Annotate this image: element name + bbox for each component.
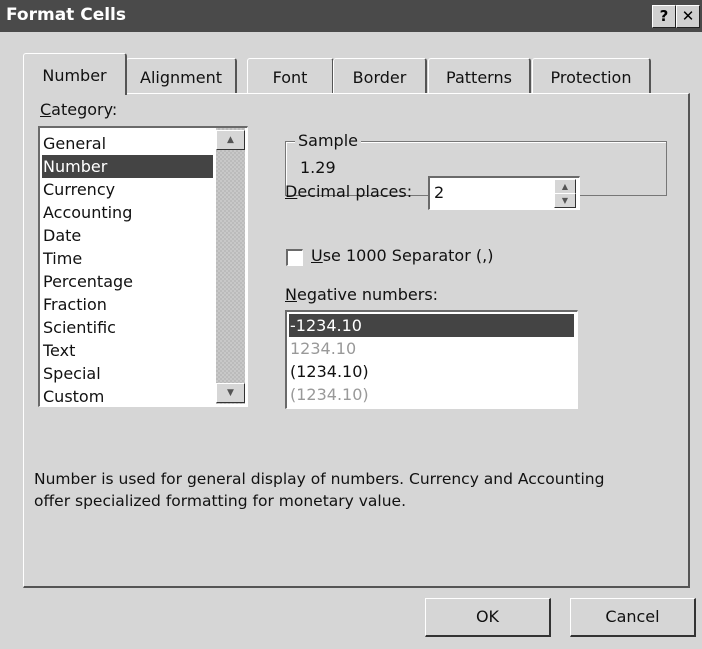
list-item[interactable]: Date	[42, 224, 213, 247]
list-item[interactable]: Custom	[42, 385, 213, 408]
list-item[interactable]: (1234.10)	[289, 360, 574, 383]
negative-numbers-list[interactable]: -1234.10 1234.10 (1234.10) (1234.10)	[285, 310, 578, 409]
tab-alignment[interactable]: Alignment	[126, 58, 237, 93]
list-item[interactable]: Fraction	[42, 293, 213, 316]
cancel-button[interactable]: Cancel	[570, 598, 696, 637]
decimal-places-label: Decimal places:	[285, 182, 413, 201]
separator-checkbox[interactable]	[286, 249, 303, 266]
description-text: Number is used for general display of nu…	[34, 470, 605, 510]
list-item[interactable]: Time	[42, 247, 213, 270]
separator-label[interactable]: Use 1000 Separator (,)	[311, 246, 493, 265]
list-item[interactable]: (1234.10)	[289, 383, 574, 406]
title-bar: Format Cells ? ✕	[0, 0, 702, 32]
list-item[interactable]: General	[42, 132, 213, 155]
list-item[interactable]: Text	[42, 339, 213, 362]
list-item[interactable]: Scientific	[42, 316, 213, 339]
category-list[interactable]: General Number Currency Accounting Date …	[38, 126, 248, 407]
list-item[interactable]: 1234.10	[289, 337, 574, 360]
list-item-selected[interactable]: -1234.10	[289, 314, 574, 337]
tab-patterns[interactable]: Patterns	[428, 58, 531, 93]
list-item[interactable]: Percentage	[42, 270, 213, 293]
list-item[interactable]: Special	[42, 362, 213, 385]
negative-numbers-label: Negative numbers:	[285, 285, 439, 304]
decrement-icon[interactable]: ▼	[554, 193, 576, 208]
decimal-places-value[interactable]: 2	[434, 183, 444, 202]
tab-protection[interactable]: Protection	[532, 58, 651, 93]
decimal-places-stepper[interactable]: 2 ▲ ▼	[428, 176, 580, 210]
close-icon[interactable]: ✕	[676, 5, 700, 28]
list-item-selected[interactable]: Number	[42, 155, 213, 178]
scroll-up-icon[interactable]: ▲	[216, 130, 245, 150]
list-item[interactable]: Currency	[42, 178, 213, 201]
ok-button[interactable]: OK	[425, 598, 551, 637]
sample-value: 1.29	[300, 158, 336, 177]
tab-font[interactable]: Font	[247, 58, 334, 93]
tab-number[interactable]: Number	[23, 53, 127, 95]
category-label: Category:	[40, 100, 118, 119]
list-item[interactable]: Accounting	[42, 201, 213, 224]
window-title: Format Cells	[6, 5, 126, 25]
sample-label: Sample	[295, 131, 361, 150]
category-scrollbar[interactable]: ▲ ▼	[216, 128, 245, 404]
increment-icon[interactable]: ▲	[554, 179, 576, 194]
tab-border[interactable]: Border	[333, 58, 427, 93]
scroll-down-icon[interactable]: ▼	[216, 383, 245, 403]
help-button[interactable]: ?	[652, 5, 676, 28]
